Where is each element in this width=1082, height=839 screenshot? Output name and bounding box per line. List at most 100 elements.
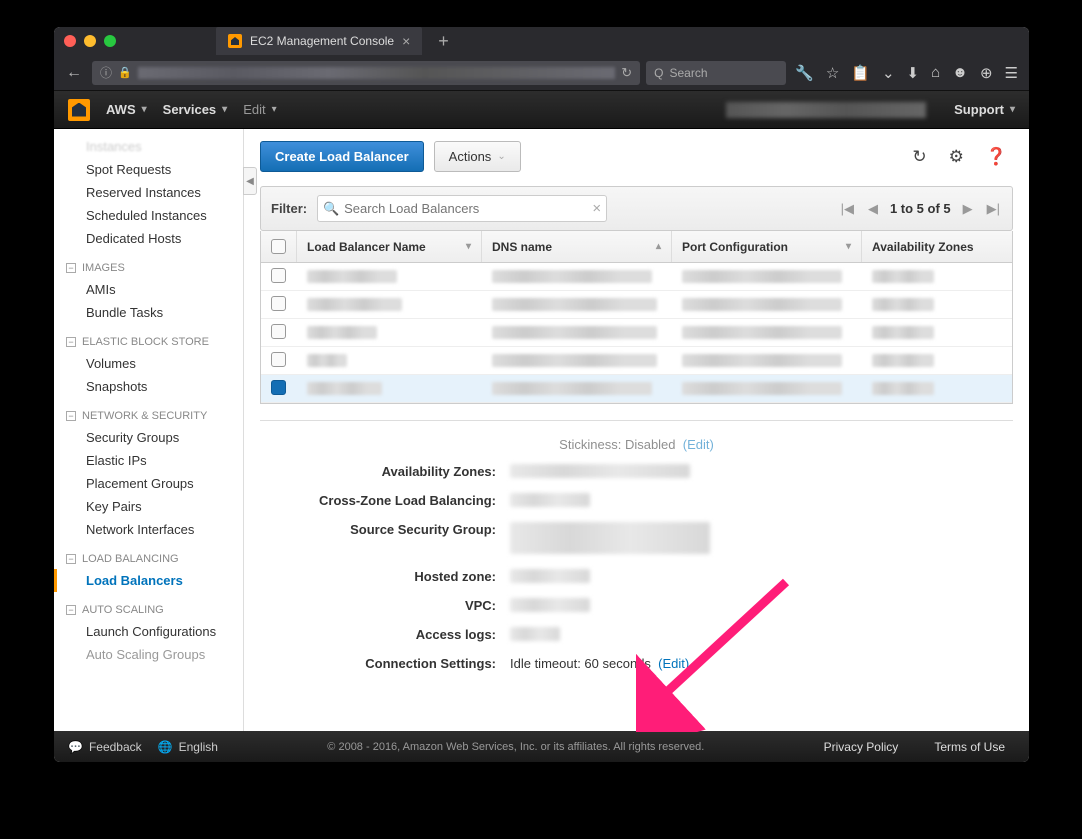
face-icon[interactable]: ☻ <box>949 64 971 81</box>
table-row[interactable] <box>261 347 1012 375</box>
tab-close-icon[interactable]: × <box>402 33 410 49</box>
collapse-icon[interactable]: − <box>66 554 76 564</box>
conn-edit-link[interactable]: (Edit) <box>658 656 689 671</box>
download-icon[interactable]: ⬇ <box>904 64 923 82</box>
search-icon: 🔍 <box>323 201 339 217</box>
sidebar-item-security-groups[interactable]: Security Groups <box>54 426 243 449</box>
sidebar-item-load-balancers[interactable]: Load Balancers <box>54 569 243 592</box>
detail-row-stickiness: Stickiness: Disabled (Edit) <box>280 431 993 458</box>
sidebar-item-spot-requests[interactable]: Spot Requests <box>54 158 243 181</box>
privacy-link[interactable]: Privacy Policy <box>814 740 909 754</box>
collapse-icon[interactable]: − <box>66 337 76 347</box>
aws-menu[interactable]: AWS▾ <box>106 102 147 117</box>
maximize-window-icon[interactable] <box>104 35 116 47</box>
sidebar-item-key-pairs[interactable]: Key Pairs <box>54 495 243 518</box>
row-checkbox[interactable] <box>271 352 286 367</box>
help-icon[interactable]: ❓ <box>980 147 1013 167</box>
filter-label: Filter: <box>271 201 307 216</box>
sidebar-collapse-handle[interactable]: ◀ <box>243 167 257 195</box>
detail-label-hostedzone: Hosted zone: <box>280 569 510 584</box>
sidebar-item-instances[interactable]: Instances <box>54 135 243 158</box>
select-all-header[interactable] <box>261 231 297 262</box>
browser-tab[interactable]: EC2 Management Console × <box>216 27 422 55</box>
aws-logo-icon[interactable] <box>68 99 90 121</box>
sidebar: Instances Spot Requests Reserved Instanc… <box>54 129 244 731</box>
stickiness-edit-link[interactable]: (Edit) <box>683 437 714 452</box>
row-checkbox[interactable] <box>271 268 286 283</box>
col-header-name[interactable]: Load Balancer Name▾ <box>297 231 482 262</box>
clear-icon[interactable]: × <box>592 200 601 217</box>
sidebar-item-snapshots[interactable]: Snapshots <box>54 375 243 398</box>
url-text-blurred <box>138 67 616 79</box>
pager-next-icon[interactable]: ▶ <box>961 201 975 217</box>
sidebar-item-amis[interactable]: AMIs <box>54 278 243 301</box>
star-icon[interactable]: ☆ <box>823 64 842 82</box>
edit-menu[interactable]: Edit▾ <box>243 102 276 117</box>
menu-icon[interactable]: ☰ <box>1002 64 1021 82</box>
sidebar-head-netsec[interactable]: −NETWORK & SECURITY <box>54 398 243 426</box>
table-row-selected[interactable] <box>261 375 1012 403</box>
stickiness-value: Disabled <box>625 437 676 452</box>
table-row[interactable] <box>261 319 1012 347</box>
chevron-down-icon: ▾ <box>1010 104 1015 115</box>
collapse-icon[interactable]: − <box>66 605 76 615</box>
clipboard-icon[interactable]: 📋 <box>848 64 873 82</box>
collapse-icon[interactable]: − <box>66 263 76 273</box>
main-area: Instances Spot Requests Reserved Instanc… <box>54 129 1029 731</box>
row-checkbox[interactable] <box>271 324 286 339</box>
pocket-icon[interactable]: ⌄ <box>879 64 898 82</box>
sidebar-head-ebs[interactable]: −ELASTIC BLOCK STORE <box>54 324 243 352</box>
reload-icon[interactable]: ↻ <box>621 65 632 81</box>
sidebar-item-elastic-ips[interactable]: Elastic IPs <box>54 449 243 472</box>
sidebar-head-as[interactable]: −AUTO SCALING <box>54 592 243 620</box>
pager-prev-icon[interactable]: ◀ <box>866 201 880 217</box>
actions-button[interactable]: Actions⌄ <box>434 141 521 172</box>
browser-search-field[interactable]: Q Search <box>646 61 786 85</box>
wrench-icon[interactable]: 🔧 <box>792 64 817 82</box>
minimize-window-icon[interactable] <box>84 35 96 47</box>
detail-label-accesslogs: Access logs: <box>280 627 510 642</box>
sidebar-item-dedicated-hosts[interactable]: Dedicated Hosts <box>54 227 243 250</box>
language-button[interactable]: 🌐English <box>158 740 218 754</box>
table-row[interactable] <box>261 263 1012 291</box>
sidebar-item-scheduled-instances[interactable]: Scheduled Instances <box>54 204 243 227</box>
pager-first-icon[interactable]: |◀ <box>839 201 856 217</box>
col-header-port[interactable]: Port Configuration▾ <box>672 231 862 262</box>
support-menu[interactable]: Support▾ <box>954 102 1015 117</box>
gear-icon[interactable]: ⚙ <box>943 147 970 167</box>
detail-label-vpc: VPC: <box>280 598 510 613</box>
sidebar-item-network-interfaces[interactable]: Network Interfaces <box>54 518 243 541</box>
info-icon[interactable]: ⓘ <box>100 64 112 81</box>
table-row[interactable] <box>261 291 1012 319</box>
sidebar-head-images[interactable]: −IMAGES <box>54 250 243 278</box>
row-checkbox[interactable] <box>271 296 286 311</box>
collapse-icon[interactable]: − <box>66 411 76 421</box>
checkbox[interactable] <box>271 239 286 254</box>
sidebar-item-volumes[interactable]: Volumes <box>54 352 243 375</box>
sidebar-item-placement-groups[interactable]: Placement Groups <box>54 472 243 495</box>
sidebar-item-asg[interactable]: Auto Scaling Groups <box>54 643 243 666</box>
col-header-az[interactable]: Availability Zones <box>862 231 1012 262</box>
sidebar-head-lb[interactable]: −LOAD BALANCING <box>54 541 243 569</box>
col-header-dns[interactable]: DNS name▴ <box>482 231 672 262</box>
create-load-balancer-button[interactable]: Create Load Balancer <box>260 141 424 172</box>
pager-last-icon[interactable]: ▶| <box>985 201 1002 217</box>
new-tab-button[interactable]: + <box>438 31 449 52</box>
terms-link[interactable]: Terms of Use <box>924 740 1015 754</box>
refresh-icon[interactable]: ↻ <box>906 147 932 167</box>
sidebar-item-bundle-tasks[interactable]: Bundle Tasks <box>54 301 243 324</box>
filter-input[interactable] <box>317 195 607 222</box>
detail-pane: Stickiness: Disabled (Edit) Availability… <box>260 420 1013 690</box>
search-icon: Q <box>654 66 663 80</box>
home-icon[interactable]: ⌂ <box>928 64 943 81</box>
detail-label-ssg: Source Security Group: <box>280 522 510 537</box>
close-window-icon[interactable] <box>64 35 76 47</box>
sidebar-item-reserved-instances[interactable]: Reserved Instances <box>54 181 243 204</box>
back-button[interactable]: ← <box>62 62 86 84</box>
feedback-button[interactable]: 💬Feedback <box>68 740 142 754</box>
sidebar-item-launch-configs[interactable]: Launch Configurations <box>54 620 243 643</box>
url-field[interactable]: ⓘ 🔒 ↻ <box>92 61 640 85</box>
globe-icon[interactable]: ⊕ <box>977 64 996 82</box>
services-menu[interactable]: Services▾ <box>163 102 228 117</box>
row-checkbox-checked[interactable] <box>271 380 286 395</box>
